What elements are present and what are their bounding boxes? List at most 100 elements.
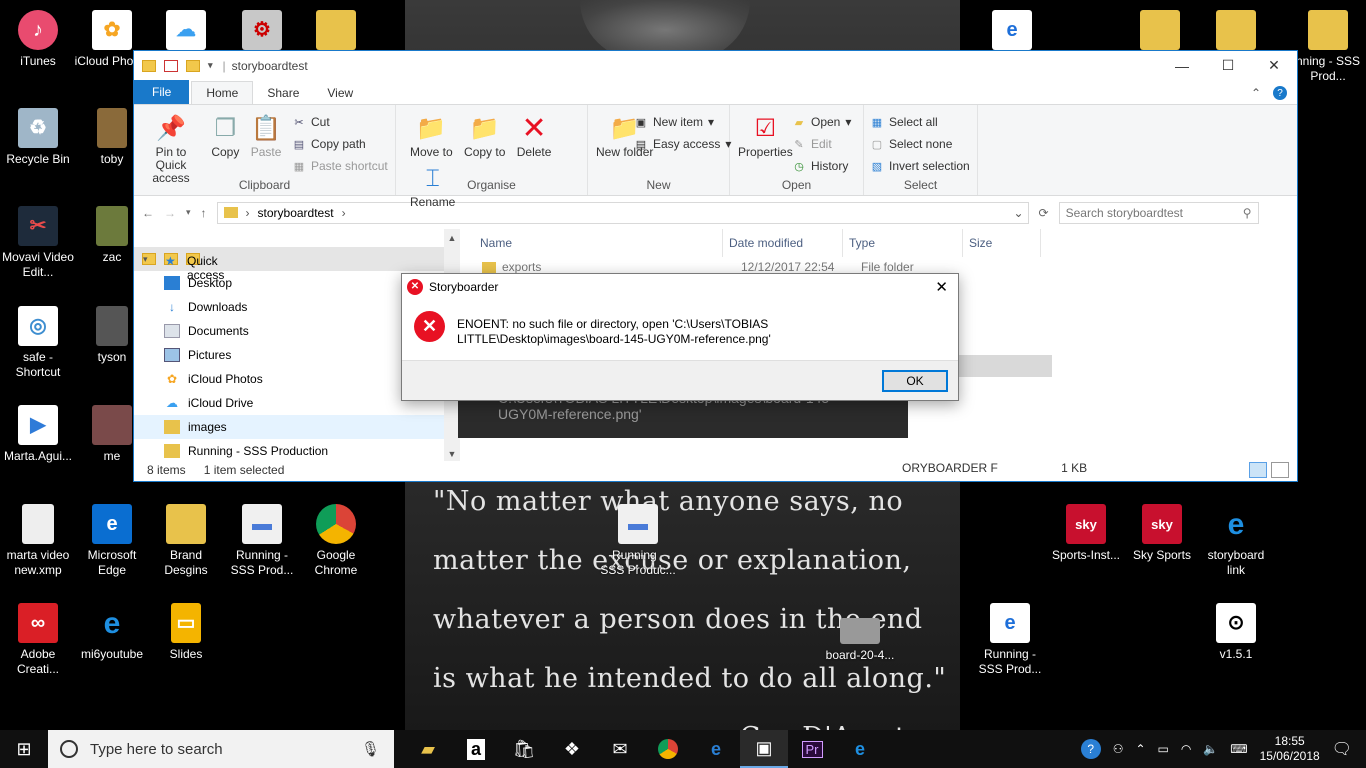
ie-taskbar-icon[interactable]: e [836, 730, 884, 768]
cut-button[interactable]: ✂ Cut [292, 111, 388, 133]
pin-quick-access-button[interactable]: 📌 Pin to Quick access [138, 109, 204, 185]
chrome-taskbar-icon[interactable] [644, 730, 692, 768]
back-icon[interactable]: ← [142, 206, 154, 220]
nav-pictures[interactable]: Pictures [134, 343, 444, 367]
col-size[interactable]: Size [963, 229, 1041, 257]
nav-quick-access[interactable]: ▾ ★ Quick access [134, 247, 444, 282]
storyboarder-taskbar-icon[interactable]: ▣ [740, 730, 788, 768]
desktop-icon-running-pdf[interactable]: e Running - SSS Prod... [972, 603, 1048, 677]
col-type[interactable]: Type [843, 229, 963, 257]
desktop-icon-zip-1[interactable] [1122, 10, 1198, 54]
desktop-icon-folder[interactable] [298, 10, 374, 54]
properties-icon[interactable] [164, 59, 178, 72]
desktop-icon-edge[interactable]: e Microsoft Edge [74, 504, 150, 578]
microphone-icon[interactable]: 🎙 [361, 740, 380, 758]
amazon-taskbar-icon[interactable]: a [452, 730, 500, 768]
desktop-icon-storyboard-link[interactable]: e storyboard link [1198, 504, 1274, 578]
history-button[interactable]: ◷ History [792, 155, 851, 177]
up-icon[interactable]: ↑ [201, 206, 207, 220]
clock[interactable]: 18:55 15/06/2018 [1260, 734, 1320, 764]
help-icon[interactable]: ? [1080, 739, 1101, 759]
wifi-icon[interactable]: ◠ [1181, 742, 1191, 756]
taskbar-search[interactable]: Type here to search 🎙 [48, 730, 394, 768]
desktop-icon-zip-2[interactable] [1198, 10, 1274, 54]
desktop-icon-pdf-top[interactable]: e [974, 10, 1050, 54]
keyboard-icon[interactable]: ⌨ [1230, 742, 1247, 756]
large-icons-view-icon[interactable] [1271, 462, 1289, 478]
copy-to-button[interactable]: 📁 Copy to [460, 109, 509, 159]
properties-button[interactable]: ☑ Properties [734, 109, 797, 159]
nav-running-sss[interactable]: Running - SSS Production [134, 439, 444, 461]
paste-button[interactable]: 📋 Paste [247, 109, 286, 159]
desktop-icon-chrome[interactable]: Google Chrome [298, 504, 374, 578]
tab-share[interactable]: Share [253, 82, 313, 104]
desktop-icon-brand-designs[interactable]: Brand Desgins [148, 504, 224, 578]
premiere-taskbar-icon[interactable]: Pr [788, 730, 836, 768]
desktop-icon-mi6youtube[interactable]: e mi6youtube [74, 603, 150, 662]
select-none-button[interactable]: ▢ Select none [870, 133, 970, 155]
nav-desktop[interactable]: Desktop [134, 271, 444, 295]
desktop-icon-running-zip[interactable]: nning - SSS Prod... [1290, 10, 1366, 84]
col-date-modified[interactable]: Date modified [723, 229, 843, 257]
desktop-icon-marta[interactable]: ▶ Marta.Agui... [0, 405, 76, 464]
desktop-icon-running-produc[interactable]: ▬ Running - SSS Produc... [600, 504, 676, 578]
nav-documents[interactable]: Documents [134, 319, 444, 343]
desktop-icon-board[interactable]: board-20-4... [822, 618, 898, 663]
desktop-icon-xmp[interactable]: marta video new.xmp [0, 504, 76, 578]
store-taskbar-icon[interactable]: 🛍 [500, 730, 548, 768]
scroll-down-icon[interactable]: ▼ [444, 449, 460, 459]
dropbox-taskbar-icon[interactable]: ❖ [548, 730, 596, 768]
desktop-icon-running-doc[interactable]: ▬ Running - SSS Prod... [224, 504, 300, 578]
mail-taskbar-icon[interactable]: ✉ [596, 730, 644, 768]
new-folder-icon[interactable] [186, 59, 200, 72]
tab-file[interactable]: File [134, 80, 190, 104]
battery-icon[interactable]: ▭ [1158, 742, 1169, 756]
collapse-ribbon-icon[interactable]: ⌃ [1251, 86, 1261, 100]
desktop-icon-adobe-cc[interactable]: ∞ Adobe Creati... [0, 603, 76, 677]
desktop-icon-icloud[interactable]: ☁ [148, 10, 224, 54]
forward-icon[interactable]: → [164, 206, 176, 220]
show-hidden-icons-icon[interactable]: ⌃ [1135, 742, 1145, 756]
desktop-icon-movavi[interactable]: ✂ Movavi Video Edit... [0, 206, 76, 280]
desktop-icon-installer[interactable]: ⚙ [224, 10, 300, 54]
maximize-button[interactable]: ☐ [1205, 51, 1251, 80]
new-item-button[interactable]: ▣ New item ▾ [634, 111, 731, 133]
minimize-button[interactable]: — [1159, 51, 1205, 80]
chevron-down-icon[interactable]: ⌄ [1013, 206, 1027, 220]
desktop-icon-itunes[interactable]: ♪ iTunes [0, 10, 76, 69]
address-bar[interactable]: › storyboardtest › ⌄ [216, 201, 1029, 224]
desktop-icon-sports-inst[interactable]: sky Sports-Inst... [1048, 504, 1124, 563]
close-button[interactable]: ✕ [1251, 51, 1297, 80]
invert-selection-button[interactable]: ▧ Invert selection [870, 155, 970, 177]
easy-access-button[interactable]: ▤ Easy access ▾ [634, 133, 732, 155]
scroll-up-icon[interactable]: ▲ [444, 229, 460, 243]
people-icon[interactable]: ⚇ [1113, 742, 1124, 756]
edit-button[interactable]: ✎ Edit [792, 133, 851, 155]
folder-icon[interactable] [142, 59, 156, 72]
nav-downloads[interactable]: ↓ Downloads [134, 295, 444, 319]
start-button[interactable]: ⊞ [0, 730, 48, 768]
desktop-icon-slides[interactable]: ▭ Slides [148, 603, 224, 662]
col-name[interactable]: Name [462, 229, 723, 257]
tab-home[interactable]: Home [191, 81, 254, 104]
desktop-icon-v151[interactable]: ⊙ v1.5.1 [1198, 603, 1274, 662]
open-button[interactable]: ▰ Open ▾ [792, 111, 852, 133]
copy-path-button[interactable]: ▤ Copy path [292, 133, 388, 155]
dialog-close-button[interactable]: ✕ [935, 278, 948, 296]
file-explorer-taskbar-icon[interactable]: ▰ [404, 730, 452, 768]
nav-images[interactable]: images [134, 415, 444, 439]
desktop-icon-sky-sports[interactable]: sky Sky Sports [1124, 504, 1200, 563]
search-input[interactable]: Search storyboardtest ⚲ [1058, 201, 1259, 224]
nav-icloud-photos[interactable]: ✿ iCloud Photos [134, 367, 444, 391]
nav-icloud-drive[interactable]: ☁ iCloud Drive [134, 391, 444, 415]
select-all-button[interactable]: ▦ Select all [870, 111, 970, 133]
move-to-button[interactable]: 📁 Move to [406, 109, 457, 159]
recent-locations-icon[interactable]: ▾ [186, 207, 191, 218]
action-center-icon[interactable]: 🗨 [1332, 739, 1352, 759]
desktop-icon-safe-shortcut[interactable]: ◎ safe - Shortcut [0, 306, 76, 380]
edge-taskbar-icon[interactable]: e [692, 730, 740, 768]
tab-view[interactable]: View [313, 82, 367, 104]
customize-qat-icon[interactable]: ▾ [208, 60, 213, 71]
paste-shortcut-button[interactable]: ▦ Paste shortcut [292, 155, 388, 177]
help-icon[interactable]: ? [1273, 86, 1287, 100]
